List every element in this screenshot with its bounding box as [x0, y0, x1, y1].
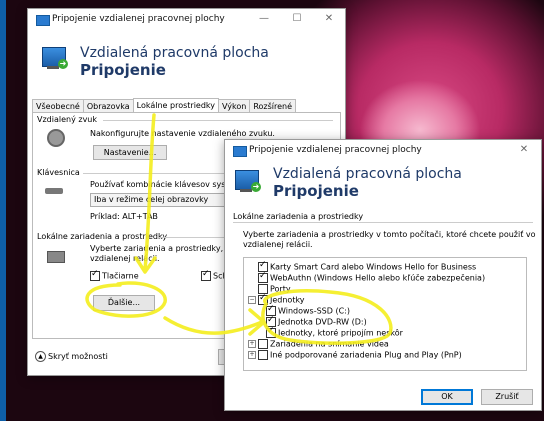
annotation-arrow-1 [143, 113, 156, 272]
annotation-circle-1 [85, 281, 167, 318]
annotation-arrow-2 [163, 316, 264, 335]
annotation-circle-2 [261, 289, 393, 345]
annotation-overlay [85, 113, 393, 345]
